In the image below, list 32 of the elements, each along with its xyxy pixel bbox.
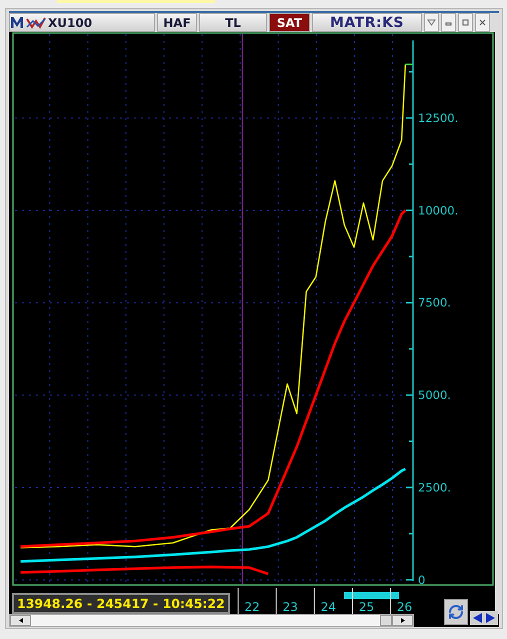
toolbar-tab[interactable]: HAF <box>157 13 197 32</box>
range-marker <box>344 592 399 599</box>
x-axis-label: 25 <box>358 600 374 614</box>
minimize-icon[interactable] <box>441 13 456 32</box>
y-axis-label: 0 <box>418 572 426 587</box>
dropdown-icon[interactable] <box>424 13 439 32</box>
m-logo-icon <box>10 16 24 29</box>
brand-logo: MATR:KS <box>330 14 404 30</box>
y-axis-label: 7500. <box>418 296 451 310</box>
x-axis-label: 26 <box>396 600 412 614</box>
y-axis-label: 10000. <box>418 203 458 218</box>
price-readout: 13948.26 - 245417 - 10:45:22 <box>12 593 230 614</box>
scroll-right-icon[interactable] <box>392 615 413 626</box>
chart-icon <box>26 16 46 30</box>
toolbar-tab[interactable]: SAT <box>269 13 310 32</box>
symbol-label: XU100 <box>48 16 94 30</box>
y-axis-label: 12500. <box>418 110 458 125</box>
scroll-arrows-icon[interactable] <box>470 611 498 625</box>
refresh-button[interactable] <box>444 599 468 625</box>
x-axis-label: 23 <box>282 600 298 614</box>
horizontal-scrollbar[interactable] <box>9 614 414 627</box>
y-axis-label: 5000. <box>418 388 451 402</box>
refresh-icon <box>448 604 464 620</box>
maximize-icon[interactable] <box>458 13 473 32</box>
y-axis-label: 2500. <box>418 480 451 494</box>
last-price-marker <box>405 64 412 66</box>
close-icon[interactable] <box>475 13 490 32</box>
x-axis-label: 22 <box>244 600 260 614</box>
toolbar-tab[interactable]: TL <box>199 13 267 32</box>
scroll-left-icon[interactable] <box>10 615 31 626</box>
x-axis-label: 24 <box>320 600 336 614</box>
scroll-thumb[interactable] <box>380 615 392 626</box>
